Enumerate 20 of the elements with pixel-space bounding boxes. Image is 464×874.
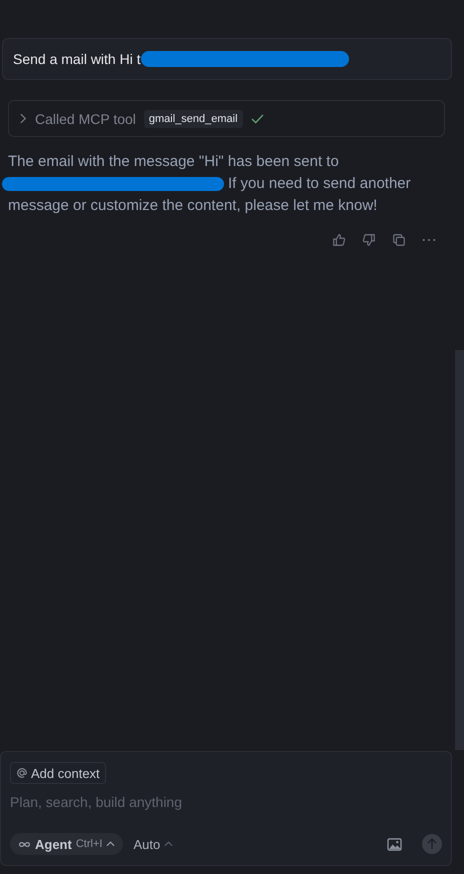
model-selector[interactable]: Auto: [131, 836, 176, 852]
copy-icon[interactable]: [392, 233, 406, 247]
tool-call-label: Called MCP tool: [35, 110, 136, 126]
caret-icon: [164, 841, 174, 847]
agent-mode-button[interactable]: Agent Ctrl+I: [10, 833, 124, 855]
more-icon[interactable]: [422, 238, 436, 242]
image-icon[interactable]: [387, 838, 402, 850]
thumbs-down-icon[interactable]: [362, 233, 376, 247]
caret-icon: [106, 841, 116, 847]
response-text: message or customize the content, please let me know!: [8, 196, 378, 216]
tool-call-row[interactable]: Called MCP tool gmail_send_email: [8, 100, 445, 137]
user-message-text: Send a mail with Hi t: [13, 51, 141, 67]
add-context-button[interactable]: Add context: [10, 762, 106, 784]
at-sign-icon: [16, 767, 28, 779]
response-text: If you need to send another: [228, 174, 411, 194]
thumbs-up-icon[interactable]: [332, 233, 346, 247]
infinity-icon: [18, 840, 31, 848]
tool-name-tag: gmail_send_email: [144, 110, 243, 128]
response-text: The email with the message "Hi" has been sent to: [8, 152, 340, 172]
chat-input-field[interactable]: Plan, search, build anything: [10, 792, 442, 812]
